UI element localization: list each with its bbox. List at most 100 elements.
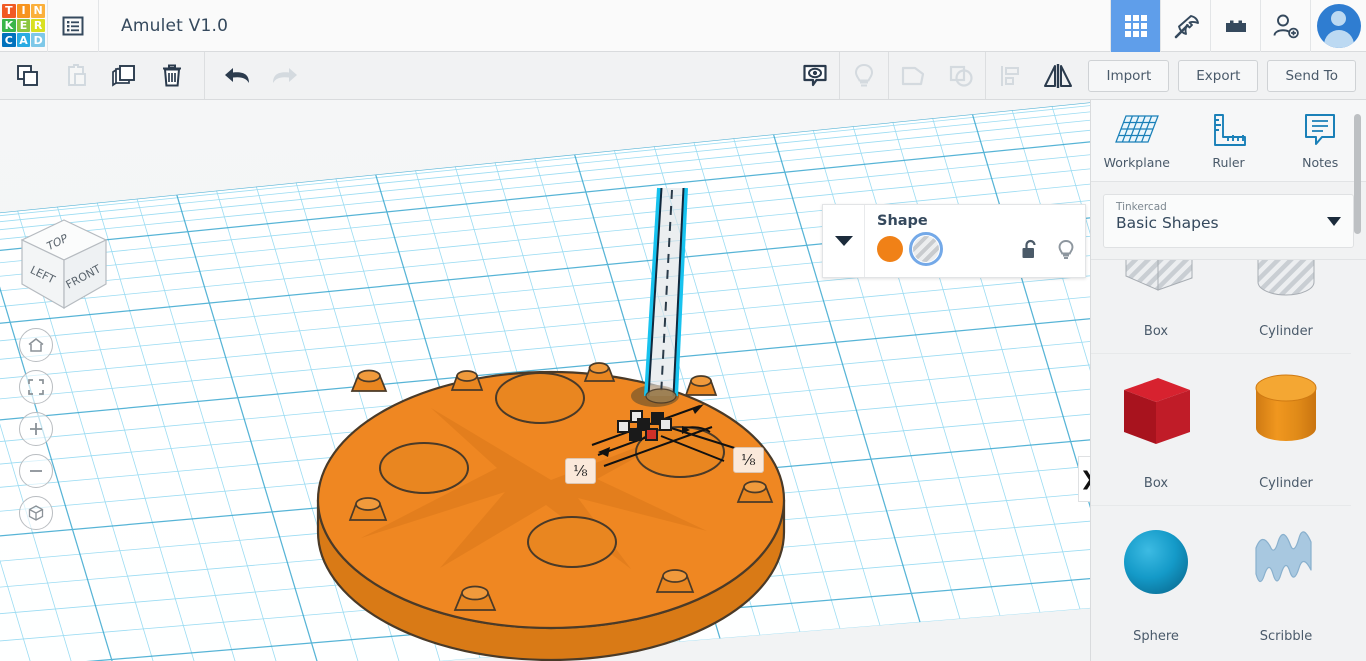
ruler-tool-label: Ruler	[1212, 154, 1245, 170]
notes-tool-label: Notes	[1302, 154, 1339, 170]
amulet-disc-model	[316, 362, 786, 661]
invite-user-icon-button[interactable]	[1260, 0, 1310, 52]
logo-tile-d: D	[31, 33, 45, 47]
paste-button[interactable]	[52, 52, 100, 99]
shape-cylinder[interactable]: Cylinder	[1221, 354, 1351, 506]
height-handle[interactable]	[645, 428, 658, 441]
workplane-tool[interactable]: Workplane	[1091, 100, 1183, 181]
toolbar-divider	[204, 52, 205, 99]
dimension-label-right[interactable]: ⅛	[733, 447, 764, 473]
box-art	[1110, 360, 1202, 460]
document-title[interactable]: Amulet V1.0	[121, 16, 228, 36]
duplicate-button[interactable]	[100, 52, 148, 99]
show-hide-button[interactable]	[791, 52, 839, 99]
user-avatar-button[interactable]	[1310, 0, 1366, 52]
tinkercad-logo[interactable]: TIN KER CAD	[0, 2, 47, 49]
blocks-icon-button[interactable]	[1210, 0, 1260, 52]
fit-view-button[interactable]	[19, 370, 53, 404]
cylinder-art	[1240, 360, 1332, 460]
lightbulb-icon[interactable]	[1057, 239, 1075, 261]
resize-handle-right[interactable]	[659, 418, 672, 431]
shape-label: Cylinder	[1259, 324, 1313, 339]
designs-grid-icon	[1124, 14, 1147, 37]
group-shapes-icon	[902, 66, 925, 85]
copy-icon	[17, 64, 38, 86]
shape-panel-body: Shape	[865, 205, 1085, 266]
undo-button[interactable]	[213, 52, 261, 99]
copy-button[interactable]	[4, 52, 52, 99]
trash-icon	[163, 64, 181, 86]
home-icon	[28, 338, 44, 352]
library-owner-label: Tinkercad	[1116, 201, 1167, 213]
home-view-button[interactable]	[19, 328, 53, 362]
invite-user-icon	[1273, 14, 1299, 38]
solid-color-swatch[interactable]	[877, 236, 903, 262]
logo-tile-i: I	[16, 4, 31, 18]
right-sidebar: Workplane Ruler Notes Tinkercad Basic Sh…	[1090, 100, 1366, 661]
ungroup-shapes-icon	[950, 65, 974, 87]
library-collection-label: Basic Shapes	[1116, 214, 1219, 232]
delete-button[interactable]	[148, 52, 196, 99]
learn-pickaxe-icon-button[interactable]	[1160, 0, 1210, 52]
zoom-out-button[interactable]	[19, 454, 53, 488]
shape-row: Box Cylinder	[1091, 354, 1366, 506]
triangle-down-icon	[834, 236, 853, 246]
lightbulb-icon	[855, 63, 874, 86]
zoom-in-button[interactable]	[19, 412, 53, 446]
align-button[interactable]	[986, 52, 1034, 99]
shape-label: Sphere	[1133, 629, 1179, 644]
shape-hole-cylinder[interactable]: Cylinder	[1221, 260, 1351, 354]
3d-workplane-canvas[interactable]: ⅛ ⅛ TOP LEFT FRONT Shape	[0, 100, 1090, 661]
top-bar: TIN KER CAD Amulet V1.0	[0, 0, 1366, 52]
import-button[interactable]: Import	[1088, 59, 1170, 92]
shape-library-selector[interactable]: Tinkercad Basic Shapes	[1103, 194, 1354, 248]
eye-callout-icon	[803, 64, 828, 86]
shape-panel-title: Shape	[877, 213, 928, 229]
main-menu-button[interactable]	[47, 0, 99, 52]
ortho-cube-icon	[28, 505, 44, 521]
shape-label: Box	[1143, 476, 1169, 491]
undo-arrow-icon	[225, 67, 249, 83]
ungroup-button[interactable]	[937, 52, 985, 99]
shape-label: Scribble	[1259, 629, 1313, 644]
unlock-icon[interactable]	[1021, 239, 1041, 261]
scribble-art	[1240, 512, 1332, 612]
blocks-icon	[1225, 20, 1246, 32]
dimension-label-left[interactable]: ⅛	[565, 458, 596, 484]
light-button[interactable]	[840, 52, 888, 99]
shape-library-scrollbar[interactable]	[1354, 114, 1361, 234]
shape-panel-collapse-button[interactable]	[823, 205, 865, 277]
list-menu-icon	[62, 16, 84, 35]
collapse-sidebar-button[interactable]: ❯	[1078, 456, 1090, 502]
logo-tile-n: N	[31, 4, 45, 18]
view-nav-controls	[19, 328, 53, 538]
sphere-art	[1110, 512, 1202, 612]
logo-tile-t: T	[2, 4, 16, 18]
shape-panel-icons	[1021, 239, 1075, 261]
view-cube[interactable]: TOP LEFT FRONT	[14, 212, 114, 320]
export-button[interactable]: Export	[1178, 59, 1259, 92]
minus-icon	[30, 470, 42, 472]
logo-tile-c: C	[2, 33, 16, 47]
resize-handle-corner-c[interactable]	[629, 428, 642, 441]
shape-box[interactable]: Box	[1091, 354, 1221, 506]
shape-scribble[interactable]: Scribble	[1221, 506, 1351, 658]
hole-swatch[interactable]	[909, 232, 943, 266]
paste-icon	[68, 63, 86, 86]
redo-arrow-icon	[273, 67, 297, 83]
logo-tile-r: R	[31, 18, 45, 33]
projection-toggle-button[interactable]	[19, 496, 53, 530]
redo-button[interactable]	[261, 52, 309, 99]
logo-tile-k: K	[2, 18, 16, 33]
notes-tool[interactable]: Notes	[1274, 100, 1366, 181]
send-to-button[interactable]: Send To	[1267, 59, 1356, 92]
shape-properties-panel: Shape	[822, 204, 1086, 278]
mirror-button[interactable]	[1034, 52, 1082, 99]
workplane-grid-icon	[1114, 114, 1159, 143]
shape-hole-box[interactable]: Box	[1091, 260, 1221, 354]
shape-sphere[interactable]: Sphere	[1091, 506, 1221, 658]
designs-grid-icon-button[interactable]	[1110, 0, 1160, 52]
duplicate-icon	[112, 64, 135, 87]
group-button[interactable]	[889, 52, 937, 99]
ruler-tool[interactable]: Ruler	[1183, 100, 1275, 181]
